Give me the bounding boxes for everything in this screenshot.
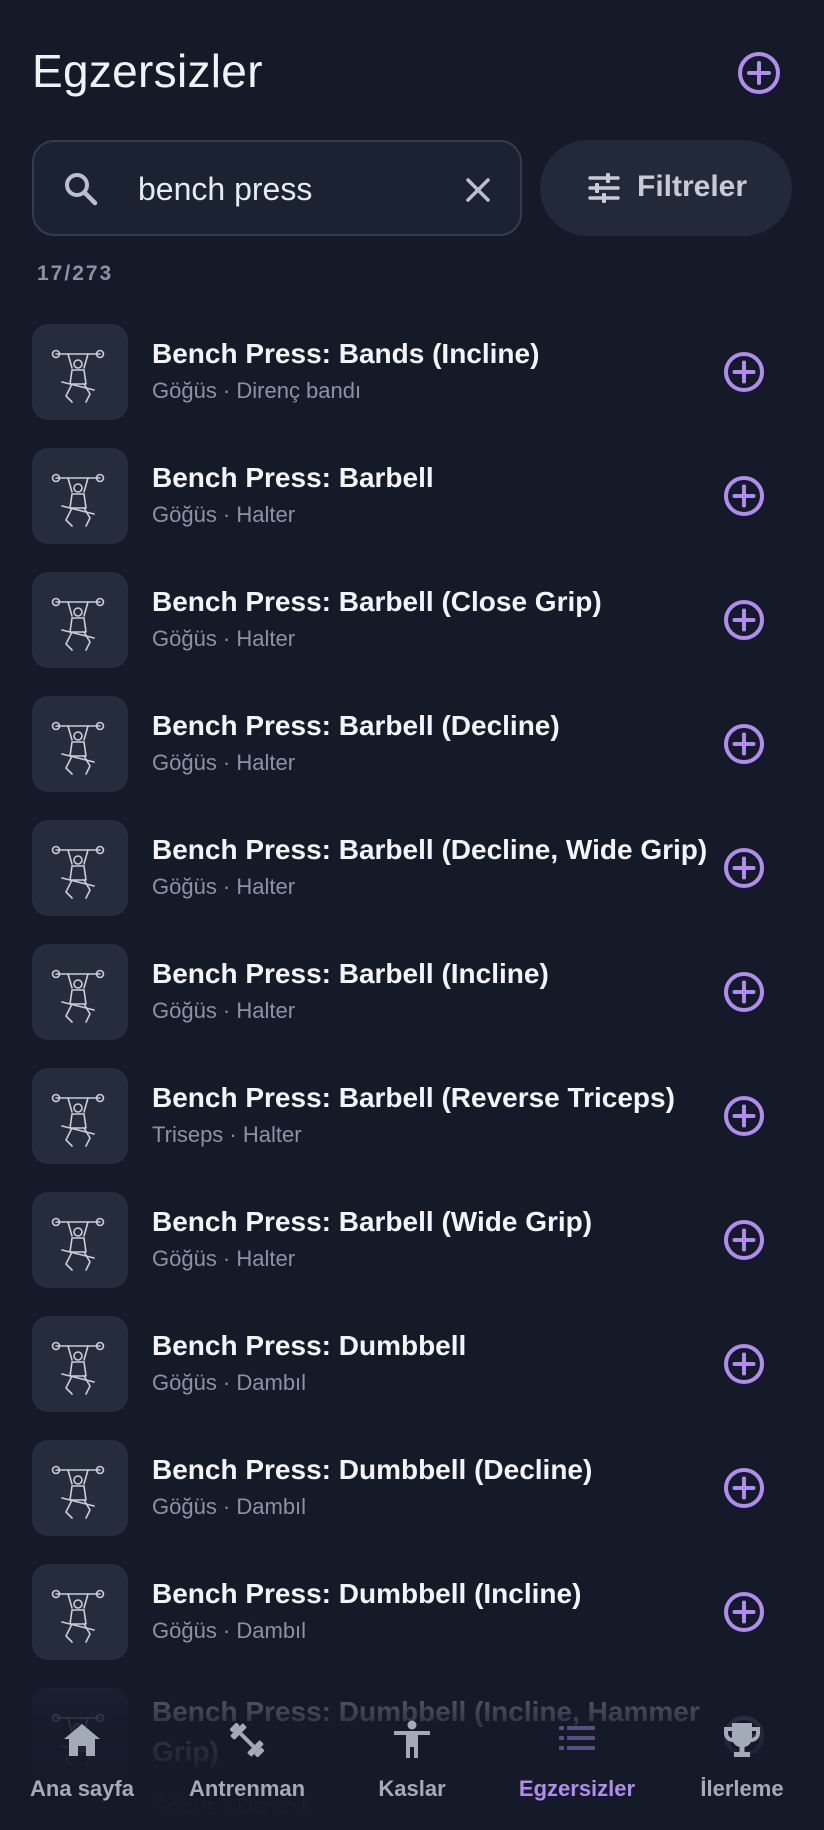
body-icon (394, 1720, 430, 1758)
exercise-name: Bench Press: Dumbbell (Decline) (152, 1454, 593, 1485)
exercise-meta: Göğüs · Halter (152, 1246, 296, 1271)
exercise-thumbnail (32, 1192, 128, 1288)
add-circle-icon[interactable] (722, 1218, 766, 1262)
exercise-name: Bench Press: Barbell (Decline, Wide Grip… (152, 834, 708, 865)
exercise-meta: Göğüs · Dambıl (152, 1370, 307, 1395)
filters-button[interactable]: Filtreler (540, 140, 792, 236)
add-circle-icon[interactable] (722, 474, 766, 518)
exercise-row[interactable]: Bench Press: Dumbbell Göğüs · Dambıl (0, 1302, 824, 1426)
nav-item-workout[interactable]: Antrenman (165, 1718, 329, 1818)
nav-item-exercises[interactable]: Egzersizler (495, 1718, 659, 1818)
add-circle-icon[interactable] (722, 350, 766, 394)
add-circle-icon[interactable] (722, 598, 766, 642)
exercise-thumbnail (32, 1440, 128, 1536)
add-circle-icon[interactable] (722, 970, 766, 1014)
page-title: Egzersizler (32, 45, 263, 97)
exercise-row[interactable]: Bench Press: Barbell (Wide Grip) Göğüs · … (0, 1178, 824, 1302)
exercise-figure-icon (51, 473, 105, 527)
nav-item-progress[interactable]: İlerleme (660, 1718, 824, 1818)
exercise-thumbnail (32, 448, 128, 544)
exercise-name: Bench Press: Bands (Incline) (152, 338, 540, 369)
exercise-figure-icon (51, 349, 105, 403)
exercise-thumbnail (32, 820, 128, 916)
exercise-name: Bench Press: Barbell (Reverse Triceps) (152, 1082, 675, 1113)
filters-label: Filtreler (637, 170, 748, 203)
exercise-figure-icon (51, 845, 105, 899)
exercise-name: Bench Press: Barbell (Close Grip) (152, 586, 602, 617)
exercise-thumbnail (32, 572, 128, 668)
add-circle-icon[interactable] (722, 1590, 766, 1634)
exercise-figure-icon (51, 1589, 105, 1643)
exercise-name: Bench Press: Dumbbell (152, 1330, 467, 1361)
bottom-nav: Ana sayfa Antrenman Kaslar Egzersizler İ… (0, 1690, 824, 1830)
exercise-name: Bench Press: Barbell (Incline) (152, 958, 549, 989)
exercise-thumbnail (32, 1068, 128, 1164)
add-circle-icon[interactable] (722, 1342, 766, 1386)
nav-label: Egzersizler (518, 1776, 636, 1801)
search-box[interactable] (32, 140, 522, 236)
exercise-thumbnail (32, 1564, 128, 1660)
add-circle-icon[interactable] (722, 722, 766, 766)
header: Egzersizler (0, 0, 824, 140)
exercise-name: Bench Press: Dumbbell (Incline) (152, 1578, 582, 1609)
exercise-figure-icon (51, 597, 105, 651)
nav-label: Antrenman (188, 1776, 306, 1801)
sliders-icon (588, 173, 620, 203)
exercise-row[interactable]: Bench Press: Barbell (Decline) Göğüs · Ha… (0, 682, 824, 806)
close-icon[interactable] (458, 170, 498, 210)
add-circle-icon[interactable] (722, 1094, 766, 1138)
exercises-screen: Egzersizler bench press Filtreler 17/273… (0, 0, 824, 1830)
exercise-figure-icon (51, 969, 105, 1023)
nav-label: Ana sayfa (30, 1776, 134, 1801)
exercise-row[interactable]: Bench Press: Bands (Incline) Göğüs · Dire… (0, 310, 824, 434)
exercise-figure-icon (51, 1217, 105, 1271)
exercise-figure-icon (51, 1341, 105, 1395)
exercise-row[interactable]: Bench Press: Barbell (Decline, Wide Grip… (0, 806, 824, 930)
home-icon (64, 1724, 100, 1756)
exercise-figure-icon (51, 1465, 105, 1519)
exercise-meta: Göğüs · Halter (152, 998, 296, 1023)
nav-item-home[interactable]: Ana sayfa (0, 1718, 164, 1818)
add-circle-icon[interactable] (722, 846, 766, 890)
exercise-row[interactable]: Bench Press: Dumbbell (Incline) Göğüs · D… (0, 1550, 824, 1674)
exercise-meta: Göğüs · Halter (152, 750, 296, 775)
exercise-meta: Göğüs · Dambıl (152, 1618, 307, 1643)
exercise-row[interactable]: Bench Press: Barbell Göğüs · Halter (0, 434, 824, 558)
exercise-meta: Göğüs · Halter (152, 502, 296, 527)
result-count: 17/273 (37, 262, 114, 285)
dumbbell-icon (229, 1722, 265, 1758)
exercise-thumbnail (32, 944, 128, 1040)
search-icon (65, 173, 98, 206)
search-input[interactable] (138, 164, 458, 214)
add-exercise-icon[interactable] (736, 50, 782, 96)
list-icon (559, 1726, 595, 1750)
add-circle-icon[interactable] (722, 1466, 766, 1510)
exercise-row[interactable]: Bench Press: Barbell (Close Grip) Göğüs ·… (0, 558, 824, 682)
exercise-meta: Göğüs · Halter (152, 626, 296, 651)
exercise-name: Bench Press: Barbell (Decline) (152, 710, 560, 741)
exercise-thumbnail (32, 1316, 128, 1412)
exercise-row[interactable]: Bench Press: Barbell (Reverse Triceps) Tr… (0, 1054, 824, 1178)
exercise-meta: Göğüs · Dambıl (152, 1494, 307, 1519)
exercise-name: Bench Press: Barbell (152, 462, 434, 493)
exercise-row[interactable]: Bench Press: Dumbbell (Decline) Göğüs · D… (0, 1426, 824, 1550)
exercise-name: Bench Press: Barbell (Wide Grip) (152, 1206, 593, 1237)
exercise-thumbnail (32, 696, 128, 792)
exercise-row[interactable]: Bench Press: Barbell (Incline) Göğüs · Ha… (0, 930, 824, 1054)
exercise-meta: Göğüs · Direnç bandı (152, 378, 362, 403)
trophy-icon (724, 1723, 760, 1757)
exercise-meta: Triseps · Halter (152, 1122, 302, 1147)
exercise-figure-icon (51, 1093, 105, 1147)
nav-label: Kaslar (378, 1776, 446, 1801)
nav-label: İlerleme (700, 1776, 784, 1801)
nav-item-muscles[interactable]: Kaslar (330, 1718, 494, 1818)
exercise-figure-icon (51, 721, 105, 775)
exercise-thumbnail (32, 324, 128, 420)
exercise-meta: Göğüs · Halter (152, 874, 296, 899)
